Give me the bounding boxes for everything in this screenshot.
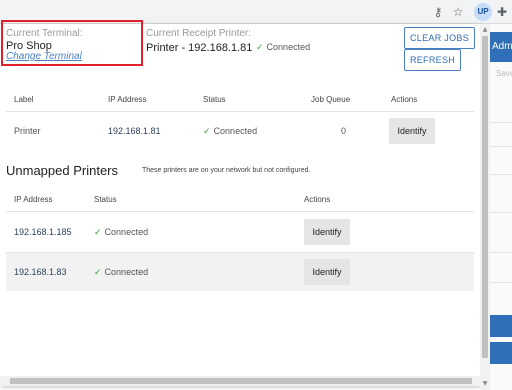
refresh-button[interactable]: REFRESH [404, 49, 461, 71]
printer-label-cell: Printer [14, 126, 41, 136]
job-queue-cell: 0 [341, 126, 347, 136]
receipt-printer-value: Printer - 192.168.1.81 [146, 42, 253, 54]
check-icon: ✓ [94, 268, 102, 278]
unmapped-printers-title: Unmapped Printers [6, 163, 118, 178]
table-row [6, 253, 474, 291]
status-text: Connected [104, 267, 149, 277]
vertical-scrollbar[interactable]: ▲ ▼ [480, 24, 490, 390]
admin-button[interactable]: Admin [490, 32, 512, 62]
background-page: Admin Save [490, 24, 512, 390]
unmapped-ip-cell: 192.168.1.185 [14, 227, 72, 237]
change-terminal-link[interactable]: Change Terminal [6, 51, 82, 62]
clear-jobs-button[interactable]: CLEAR JOBS [404, 27, 475, 49]
check-icon: ✓ [203, 127, 211, 137]
star-icon[interactable]: ☆ [450, 4, 466, 20]
unmapped-ip-cell: 192.168.1.83 [14, 267, 67, 277]
receipt-printer-label: Current Receipt Printer: [146, 28, 252, 39]
identify-button[interactable]: Identify [304, 219, 350, 245]
scroll-thumb[interactable] [10, 378, 472, 384]
current-terminal-label: Current Terminal: [6, 28, 83, 39]
divider [490, 174, 512, 175]
column-header-actions: Actions [304, 195, 331, 204]
key-icon[interactable]: ⚷ [430, 4, 446, 20]
column-header-label: Label [14, 95, 34, 104]
scroll-up-icon[interactable]: ▲ [481, 26, 489, 34]
avatar[interactable]: UP [474, 3, 492, 21]
divider [490, 252, 512, 253]
printer-status-cell: ✓ Connected [203, 126, 257, 137]
puzzle-icon[interactable]: ✚ [494, 4, 510, 20]
table-divider [6, 111, 474, 112]
divider [490, 122, 512, 123]
horizontal-scrollbar[interactable] [0, 376, 480, 386]
check-icon: ✓ [94, 228, 102, 238]
status-text: Connected [104, 227, 149, 237]
check-icon: ✓ [256, 43, 264, 53]
save-button[interactable]: Save [490, 64, 512, 84]
column-header-status: Status [203, 95, 226, 104]
identify-button[interactable]: Identify [389, 118, 435, 144]
divider [490, 212, 512, 213]
blue-button[interactable] [490, 315, 512, 337]
table-divider [6, 211, 474, 212]
divider [490, 282, 512, 283]
column-header-ip: IP Address [14, 195, 53, 204]
status-text: Connected [213, 126, 258, 136]
column-header-actions: Actions [391, 95, 418, 104]
scroll-down-icon[interactable]: ▼ [481, 380, 489, 388]
column-header-ip: IP Address [108, 95, 147, 104]
printer-ip-cell: 192.168.1.81 [108, 126, 161, 136]
column-header-job-queue: Job Queue [311, 95, 351, 104]
unmapped-status-cell: ✓ Connected [94, 227, 148, 238]
identify-button[interactable]: Identify [304, 259, 350, 285]
scroll-thumb[interactable] [482, 36, 488, 358]
blue-button[interactable] [490, 342, 512, 364]
unmapped-printers-note: These printers are on your network but n… [142, 167, 311, 174]
receipt-printer-status: ✓ Connected [256, 42, 310, 53]
printer-popup [0, 24, 480, 386]
column-header-status: Status [94, 195, 117, 204]
status-text: Connected [266, 42, 311, 52]
unmapped-status-cell: ✓ Connected [94, 267, 148, 278]
divider [490, 146, 512, 147]
